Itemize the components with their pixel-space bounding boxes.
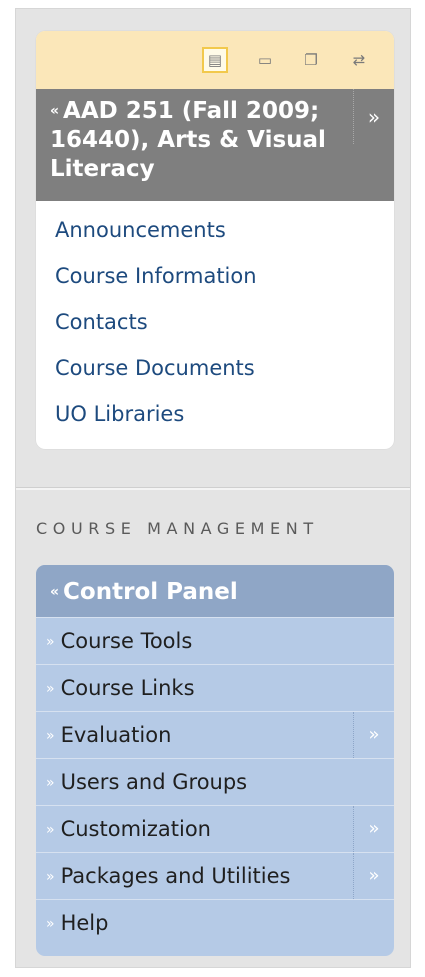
control-panel-item-packages-and-utilities[interactable]: » Packages and Utilities » xyxy=(36,852,394,899)
expand-down-icon: » xyxy=(46,681,55,697)
expand-down-icon: » xyxy=(46,869,55,885)
expand-down-icon: » xyxy=(46,728,55,744)
course-link-course-information[interactable]: Course Information xyxy=(36,253,394,299)
expand-down-icon: » xyxy=(46,634,55,650)
item-label: Packages and Utilities xyxy=(60,864,291,888)
control-panel: «Control Panel » Course Tools » Course Lin… xyxy=(36,565,394,956)
item-label: Course Links xyxy=(60,676,195,700)
item-label: Users and Groups xyxy=(60,770,248,794)
control-panel-item-customization[interactable]: » Customization » xyxy=(36,805,394,852)
course-menu-toolbar: ▤ ▭ ❐ ⇄ xyxy=(36,31,394,89)
expand-down-icon: » xyxy=(46,775,55,791)
course-link-announcements[interactable]: Announcements xyxy=(36,207,394,253)
course-link-course-documents[interactable]: Course Documents xyxy=(36,345,394,391)
course-menu-panel: ▤ ▭ ❐ ⇄ «AAD 251 (Fall 2009; 16440), Art… xyxy=(36,31,394,449)
course-management-heading: COURSE MANAGEMENT xyxy=(36,519,319,538)
course-menu-links: Announcements Course Information Contact… xyxy=(36,207,394,437)
course-title-text: AAD 251 (Fall 2009; 16440), Arts & Visua… xyxy=(50,98,326,182)
item-label: Help xyxy=(60,911,109,935)
list-view-icon[interactable]: ▤ xyxy=(202,47,228,73)
control-panel-title: Control Panel xyxy=(63,579,238,605)
collapse-icon: « xyxy=(50,584,60,600)
new-window-icon[interactable]: ❐ xyxy=(298,47,324,73)
control-panel-header[interactable]: «Control Panel xyxy=(36,565,394,617)
course-header[interactable]: «AAD 251 (Fall 2009; 16440), Arts & Visu… xyxy=(36,89,394,201)
folder-view-icon[interactable]: ▭ xyxy=(252,47,278,73)
expand-chevron-icon[interactable]: » xyxy=(353,89,394,144)
section-divider xyxy=(16,487,410,490)
control-panel-item-evaluation[interactable]: » Evaluation » xyxy=(36,711,394,758)
control-panel-item-users-and-groups[interactable]: » Users and Groups xyxy=(36,758,394,805)
collapse-icon: « xyxy=(50,103,60,119)
expand-down-icon: » xyxy=(46,822,55,838)
submenu-chevron-icon[interactable]: » xyxy=(353,712,394,758)
course-title[interactable]: «AAD 251 (Fall 2009; 16440), Arts & Visu… xyxy=(50,97,350,184)
item-label: Course Tools xyxy=(60,629,193,653)
course-link-uo-libraries[interactable]: UO Libraries xyxy=(36,391,394,437)
control-panel-items: » Course Tools » Course Links » Evaluation»… xyxy=(36,617,394,946)
refresh-icon[interactable]: ⇄ xyxy=(346,47,372,73)
submenu-chevron-icon[interactable]: » xyxy=(353,806,394,852)
control-panel-item-course-links[interactable]: » Course Links xyxy=(36,664,394,711)
control-panel-item-help[interactable]: » Help xyxy=(36,899,394,946)
item-label: Customization xyxy=(60,817,211,841)
item-label: Evaluation xyxy=(60,723,172,747)
sidebar-frame: ▤ ▭ ❐ ⇄ «AAD 251 (Fall 2009; 16440), Art… xyxy=(15,8,411,968)
expand-down-icon: » xyxy=(46,916,55,932)
submenu-chevron-icon[interactable]: » xyxy=(353,853,394,899)
course-link-contacts[interactable]: Contacts xyxy=(36,299,394,345)
control-panel-item-course-tools[interactable]: » Course Tools xyxy=(36,617,394,664)
